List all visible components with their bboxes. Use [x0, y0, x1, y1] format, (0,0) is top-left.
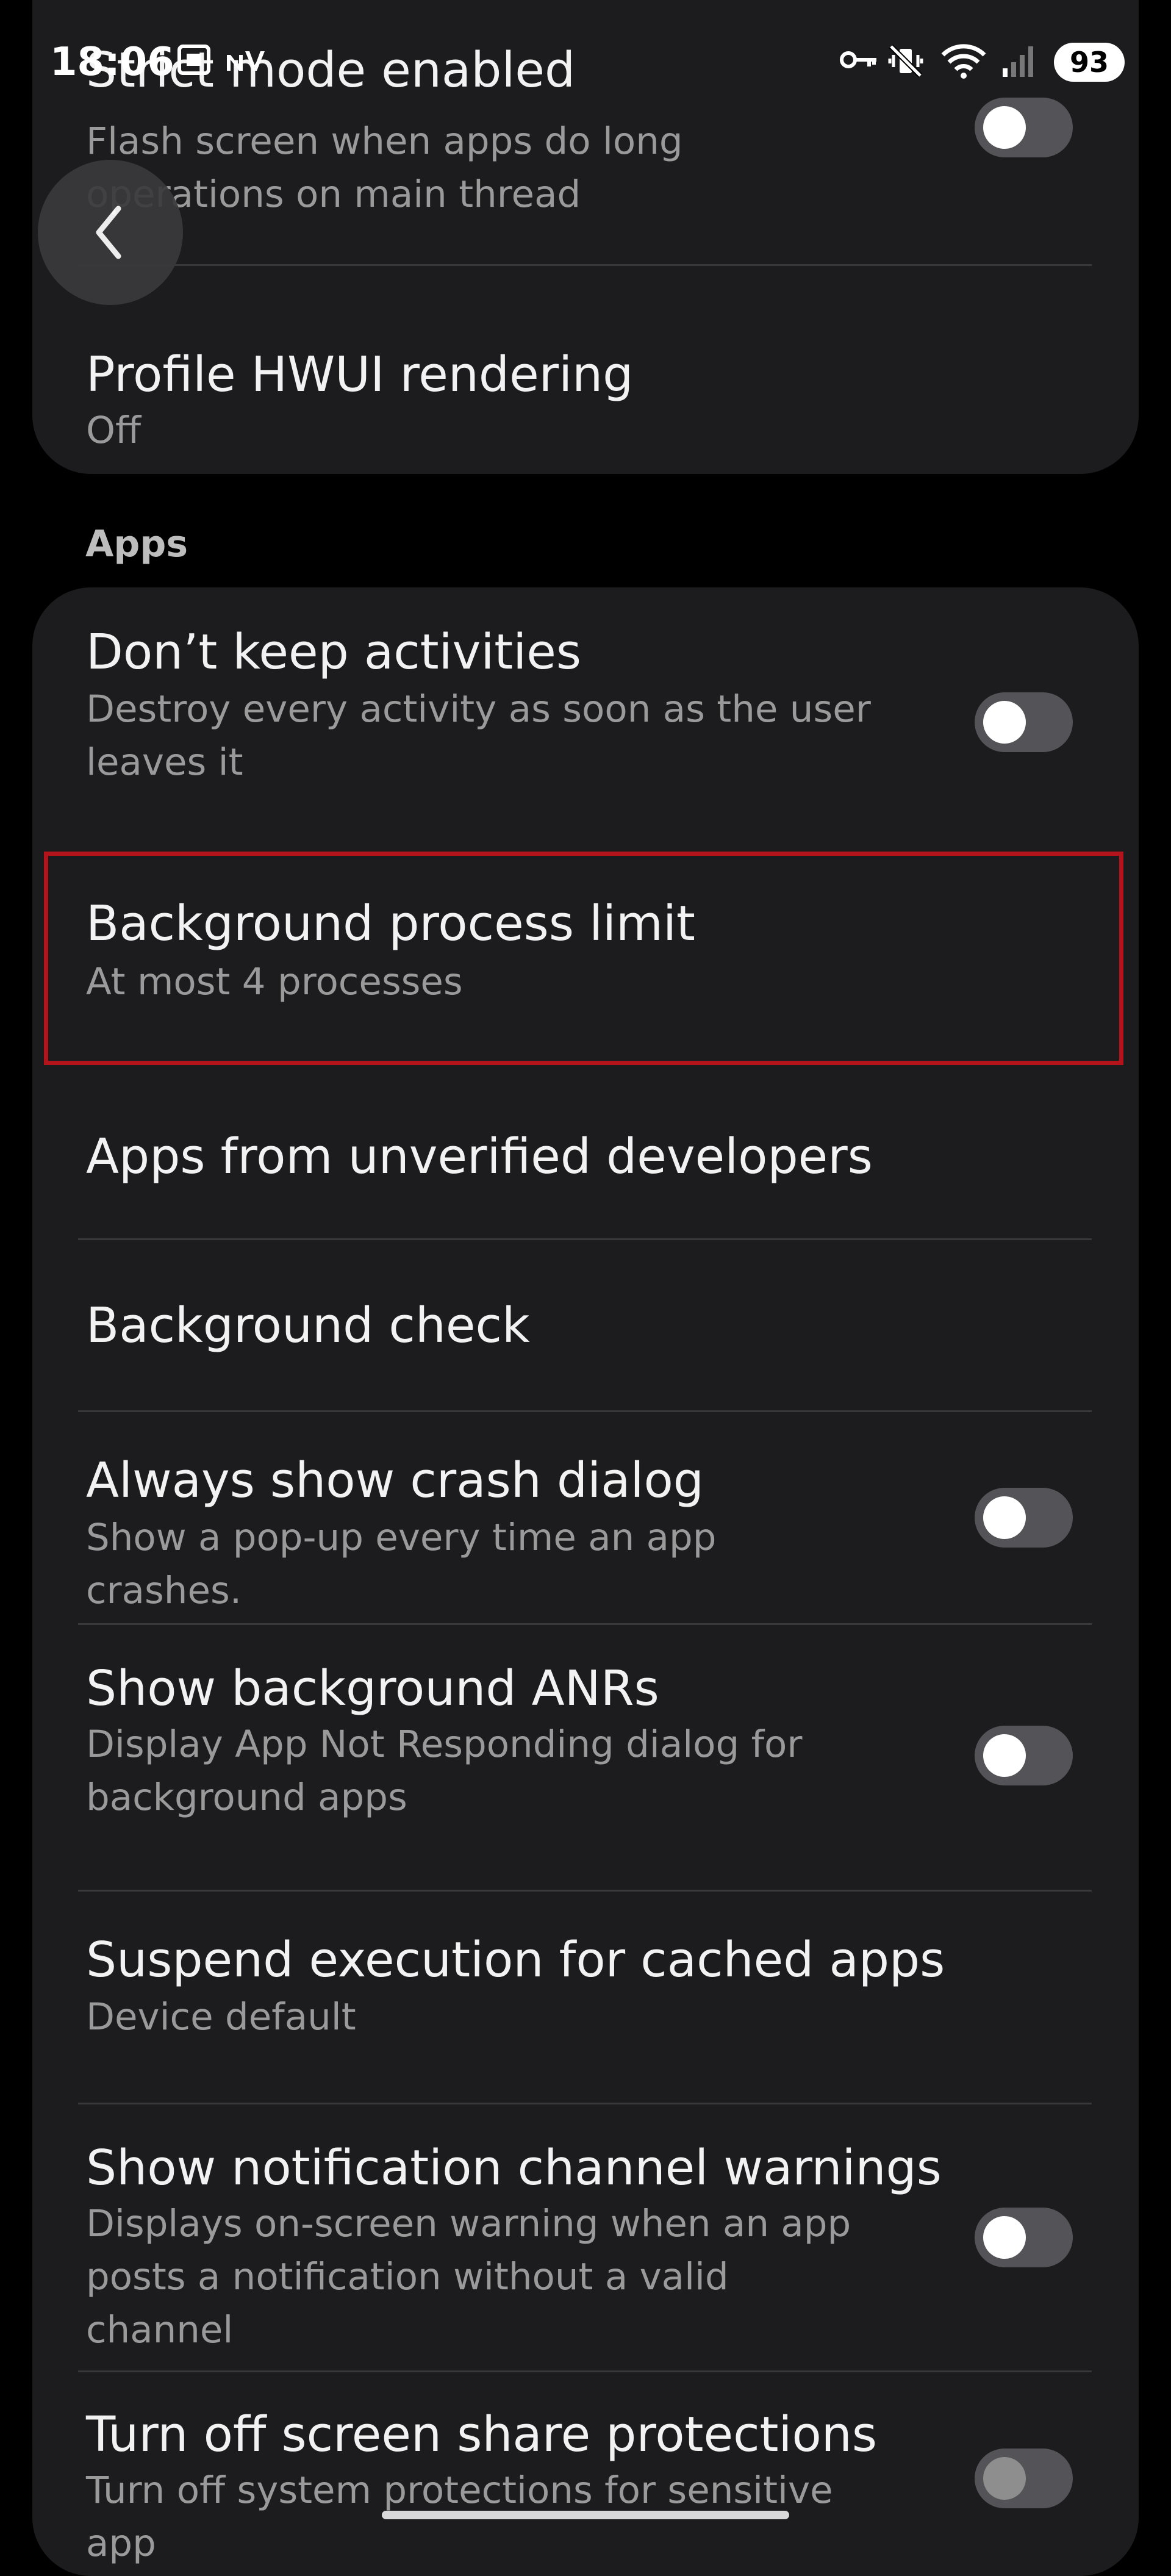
- battery-level: 93: [1054, 43, 1125, 82]
- toggle-knob: [983, 2216, 1026, 2259]
- setting-subtitle: Display App Not Responding dialog for ba…: [86, 1723, 803, 1819]
- signal-icon: [1000, 43, 1037, 82]
- nv-indicator-icon: [224, 43, 267, 82]
- status-time: 18:06: [50, 40, 174, 85]
- setting-subtitle: Displays on-screen warning when an app p…: [86, 2202, 851, 2352]
- setting-title: Profile HWUI rendering: [86, 346, 634, 403]
- toggle-knob: [983, 1734, 1026, 1777]
- dont-keep-activities-toggle[interactable]: [975, 692, 1073, 752]
- background-anrs-toggle[interactable]: [975, 1726, 1073, 1785]
- setting-title: Show notification channel warnings: [86, 2140, 942, 2196]
- setting-screen-share-protections[interactable]: Turn off screen share protections Turn o…: [32, 2372, 1139, 2576]
- setting-subtitle: Show a pop-up every time an app crashes.: [86, 1516, 717, 1612]
- setting-title: Turn off screen share protections: [86, 2406, 878, 2463]
- toggle-knob: [983, 1496, 1026, 1539]
- home-indicator[interactable]: [382, 2511, 789, 2519]
- crash-dialog-toggle[interactable]: [975, 1488, 1073, 1548]
- notification-warnings-toggle[interactable]: [975, 2208, 1073, 2267]
- setting-profile-hwui[interactable]: Profile HWUI rendering Off: [32, 266, 1139, 473]
- wifi-icon: [939, 43, 988, 82]
- setting-title: Suspend execution for cached apps: [86, 1932, 945, 1988]
- status-bar: 18:06 93: [0, 0, 1171, 122]
- screen-record-icon: [177, 43, 211, 82]
- chevron-left-icon: [96, 206, 121, 259]
- setting-subtitle: Off: [86, 409, 141, 452]
- setting-suspend-execution-cached-apps[interactable]: Suspend execution for cached apps Device…: [32, 1892, 1139, 2103]
- setting-title: Background check: [86, 1297, 530, 1354]
- highlight-box: [44, 852, 1123, 1065]
- toggle-knob: [983, 2457, 1026, 2500]
- setting-title: Don’t keep activities: [86, 624, 581, 680]
- setting-background-check[interactable]: Background check: [32, 1240, 1139, 1410]
- setting-title: Apps from unverified developers: [86, 1128, 873, 1185]
- back-button[interactable]: [38, 160, 183, 305]
- setting-subtitle: Destroy every activity as soon as the us…: [86, 687, 871, 784]
- setting-subtitle: Flash screen when apps do long operation…: [86, 120, 683, 216]
- setting-title: Show background ANRs: [86, 1660, 659, 1717]
- setting-dont-keep-activities[interactable]: Don’t keep activities Destroy every acti…: [32, 587, 1139, 827]
- setting-notification-channel-warnings[interactable]: Show notification channel warnings Displ…: [32, 2104, 1139, 2370]
- screen-share-toggle[interactable]: [975, 2449, 1073, 2508]
- setting-show-background-anrs[interactable]: Show background ANRs Display App Not Res…: [32, 1625, 1139, 1890]
- vpn-key-icon: [839, 43, 879, 82]
- section-header-apps: Apps: [85, 523, 188, 565]
- setting-subtitle: Device default: [86, 1995, 356, 2039]
- setting-apps-unverified-developers[interactable]: Apps from unverified developers: [32, 1074, 1139, 1238]
- vibrate-mute-icon: [887, 43, 924, 82]
- toggle-knob: [983, 701, 1026, 744]
- setting-always-show-crash-dialog[interactable]: Always show crash dialog Show a pop-up e…: [32, 1412, 1139, 1623]
- setting-title: Always show crash dialog: [86, 1452, 704, 1509]
